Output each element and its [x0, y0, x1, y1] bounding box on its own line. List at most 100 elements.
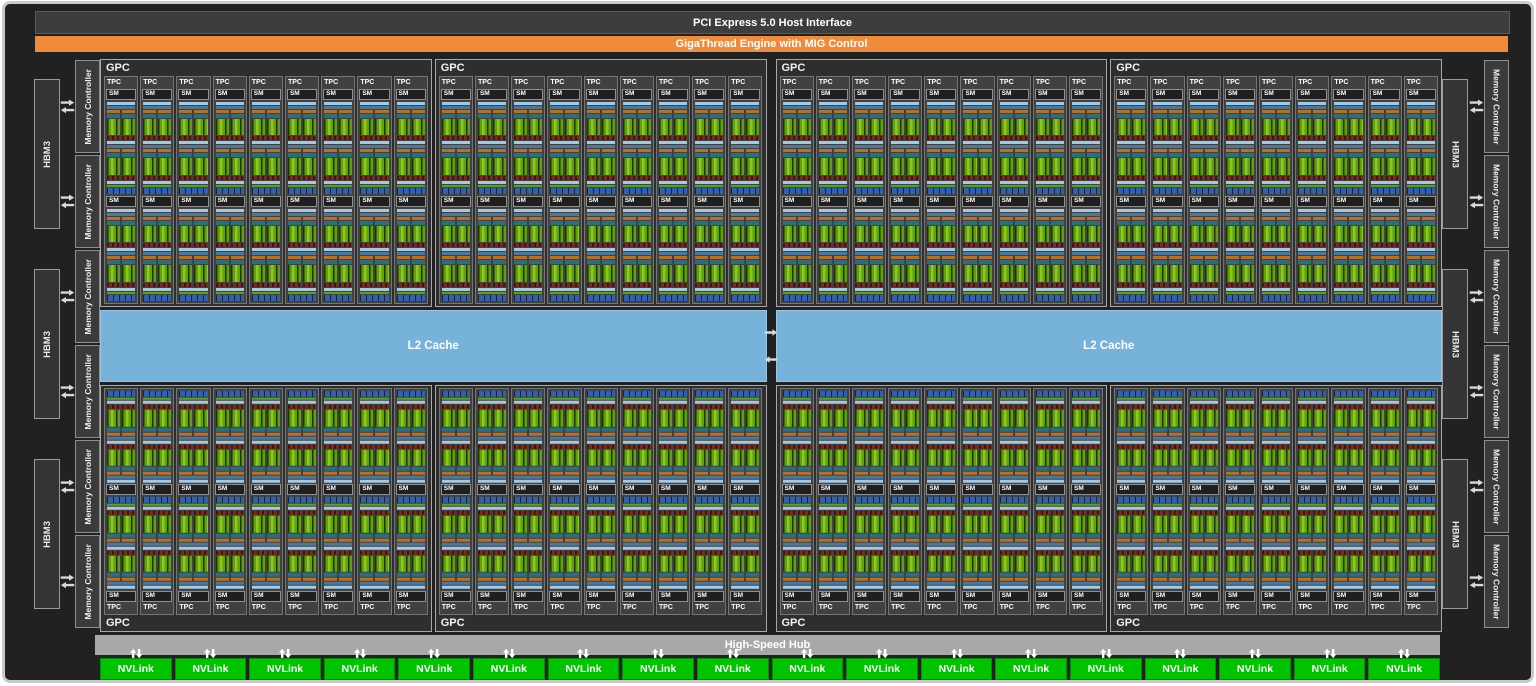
sm-fabric: [1406, 208, 1436, 302]
scheduler-cache-bar: [1000, 436, 1028, 439]
processing-block-row: [963, 149, 991, 179]
tensor-core-bar: [891, 176, 904, 180]
core-array: [457, 449, 470, 465]
processing-block-row: [1117, 405, 1145, 435]
l1-instruction-cache-bar: [1117, 547, 1145, 550]
tensor-core-bar: [529, 176, 542, 180]
sm-fabric: [658, 496, 688, 590]
scheduler-bar: [587, 256, 600, 259]
sm-unit: SM: [782, 195, 812, 302]
processing-block-row: [397, 217, 425, 247]
core-array: [1072, 119, 1085, 135]
processing-block-row: [1153, 511, 1181, 541]
gpc-row-bottom: SMSMTPCSMSMTPCSMSMTPCSMSMTPCSMSMTPCSMSMT…: [100, 385, 1442, 633]
processing-block: [1000, 551, 1013, 581]
shared-memory-bar: [587, 497, 615, 503]
l1-instruction-cache-bar: [143, 547, 171, 550]
l1-data-cache-bar: [216, 507, 244, 510]
tensor-core-bar: [493, 136, 506, 140]
sm-label: SM: [730, 591, 760, 602]
sm-fabric: [926, 208, 956, 302]
scheduler-bar: [1371, 110, 1384, 113]
processing-block-row: [731, 217, 759, 247]
shared-memory-bar: [1226, 188, 1254, 194]
scheduler-bar: [550, 432, 563, 435]
processing-block: [710, 405, 723, 435]
dispatch-bar: [1169, 114, 1182, 118]
scheduler-cache-bar: [1072, 543, 1100, 546]
tensor-core-bar: [267, 551, 280, 555]
tensor-core-bar: [1313, 551, 1326, 555]
l1-data-cache-bar: [550, 181, 578, 184]
tensor-core-bar: [514, 444, 527, 448]
dispatch-bar: [360, 573, 373, 577]
core-array: [478, 556, 491, 572]
scheduler-cache-bar: [819, 436, 847, 439]
scheduler-bar: [303, 256, 316, 259]
scheduler-bar: [819, 217, 832, 220]
scheduler-bar: [1313, 578, 1326, 581]
tensor-core-bar: [1015, 243, 1028, 247]
l1-instruction-cache-bar: [1226, 248, 1254, 251]
scheduler-bar: [623, 539, 636, 542]
core-array: [927, 516, 940, 532]
l1-instruction-cache-bar: [1153, 586, 1181, 589]
processing-block: [1262, 405, 1275, 435]
core-array: [695, 226, 708, 242]
gpc-grid: GPCTPCSMSMTPCSMSMTPCSMSMTPCSMSMTPCSMSMTP…: [100, 59, 1442, 632]
tpc-label: TPC: [730, 78, 760, 88]
core-array: [360, 410, 373, 426]
dispatch-bar: [412, 534, 425, 538]
l1-instruction-cache-bar: [1298, 209, 1326, 212]
core-array: [375, 265, 388, 281]
processing-block-row: [1226, 444, 1254, 474]
core-array: [1000, 516, 1013, 532]
tensor-core-bar: [1422, 136, 1435, 140]
processing-block: [339, 256, 352, 286]
processing-block: [906, 256, 919, 286]
processing-block: [1386, 217, 1399, 247]
l1-instruction-cache-bar: [1000, 440, 1028, 443]
dispatch-bar: [360, 427, 373, 431]
scheduler-bar: [303, 539, 316, 542]
core-array: [1262, 449, 1275, 465]
core-array: [1334, 410, 1347, 426]
scheduler-cache-bar: [695, 582, 723, 585]
sm-label: SM: [818, 591, 848, 602]
processing-block: [179, 551, 192, 581]
scheduler-bar: [1298, 149, 1311, 152]
sm-fabric: [854, 390, 884, 484]
tensor-core-bar: [288, 444, 301, 448]
core-array: [1087, 119, 1100, 135]
core-array: [360, 556, 373, 572]
l1-instruction-cache-bar: [550, 479, 578, 482]
processing-block: [143, 256, 156, 286]
core-array: [798, 265, 811, 281]
core-array: [1298, 226, 1311, 242]
dispatch-bar: [1015, 466, 1028, 470]
scheduler-bar: [231, 471, 244, 474]
dispatch-bar: [1298, 153, 1311, 157]
core-array: [587, 410, 600, 426]
dispatch-bar: [194, 114, 207, 118]
scheduler-cache-bar: [143, 436, 171, 439]
core-array: [1298, 556, 1311, 572]
sm-label: SM: [1297, 196, 1327, 207]
tpc-column: SMSMTPC: [1331, 388, 1365, 616]
scheduler-bar: [529, 256, 542, 259]
processing-block: [783, 217, 796, 247]
dispatch-bar: [442, 153, 455, 157]
core-array: [1051, 265, 1064, 281]
shared-memory-bar: [143, 497, 171, 503]
dispatch-bar: [1015, 534, 1028, 538]
core-array: [710, 516, 723, 532]
tpc-column: TPCSMSM: [285, 76, 319, 304]
scheduler-bar: [1277, 539, 1290, 542]
scheduler-bar: [360, 578, 373, 581]
scheduler-bar: [1036, 578, 1049, 581]
scheduler-cache-bar: [360, 436, 388, 439]
processing-block: [360, 511, 373, 541]
dispatch-bar: [216, 534, 229, 538]
processing-block: [870, 256, 883, 286]
dispatch-bar: [397, 466, 410, 470]
